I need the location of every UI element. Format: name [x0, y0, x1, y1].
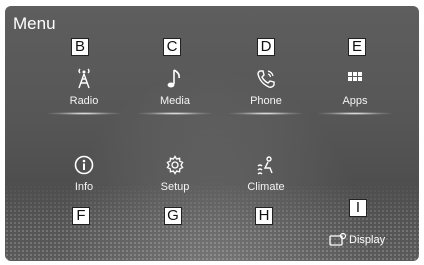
apps-grid-icon: [310, 68, 400, 90]
info-icon: [39, 154, 129, 176]
callout-c: C: [163, 38, 181, 56]
media-label: Media: [160, 95, 190, 107]
phone-label: Phone: [250, 95, 282, 107]
apps-glow: [318, 112, 392, 115]
radio-glow: [47, 112, 121, 115]
apps-button[interactable]: Apps: [310, 58, 400, 116]
callout-e: E: [348, 38, 366, 56]
climate-button[interactable]: Climate: [221, 144, 311, 202]
callout-b: B: [71, 38, 89, 56]
antenna-icon: [39, 68, 129, 90]
phone-icon: [221, 68, 311, 90]
display-button[interactable]: Display: [325, 230, 415, 252]
callout-d: D: [257, 38, 275, 56]
page-title: Menu: [13, 14, 56, 33]
music-note-icon: [130, 68, 220, 90]
radio-button[interactable]: Radio: [39, 58, 129, 116]
display-label: Display: [349, 234, 386, 246]
media-button[interactable]: Media: [130, 58, 220, 116]
display-icon: [329, 232, 347, 253]
apps-label: Apps: [342, 95, 368, 107]
climate-label: Climate: [247, 181, 285, 193]
callout-g: G: [164, 207, 182, 225]
setup-button[interactable]: Setup: [130, 144, 220, 202]
gear-icon: [130, 154, 220, 176]
media-glow: [138, 112, 212, 115]
info-label: Info: [74, 181, 94, 193]
phone-button[interactable]: Phone: [221, 58, 311, 116]
climate-icon: [221, 154, 311, 176]
phone-glow: [229, 112, 303, 115]
info-button[interactable]: Info: [39, 144, 129, 202]
radio-label: Radio: [69, 95, 99, 107]
callout-f: F: [72, 207, 90, 225]
callout-i: I: [349, 199, 367, 217]
setup-label: Setup: [160, 181, 190, 193]
callout-h: H: [255, 207, 273, 225]
